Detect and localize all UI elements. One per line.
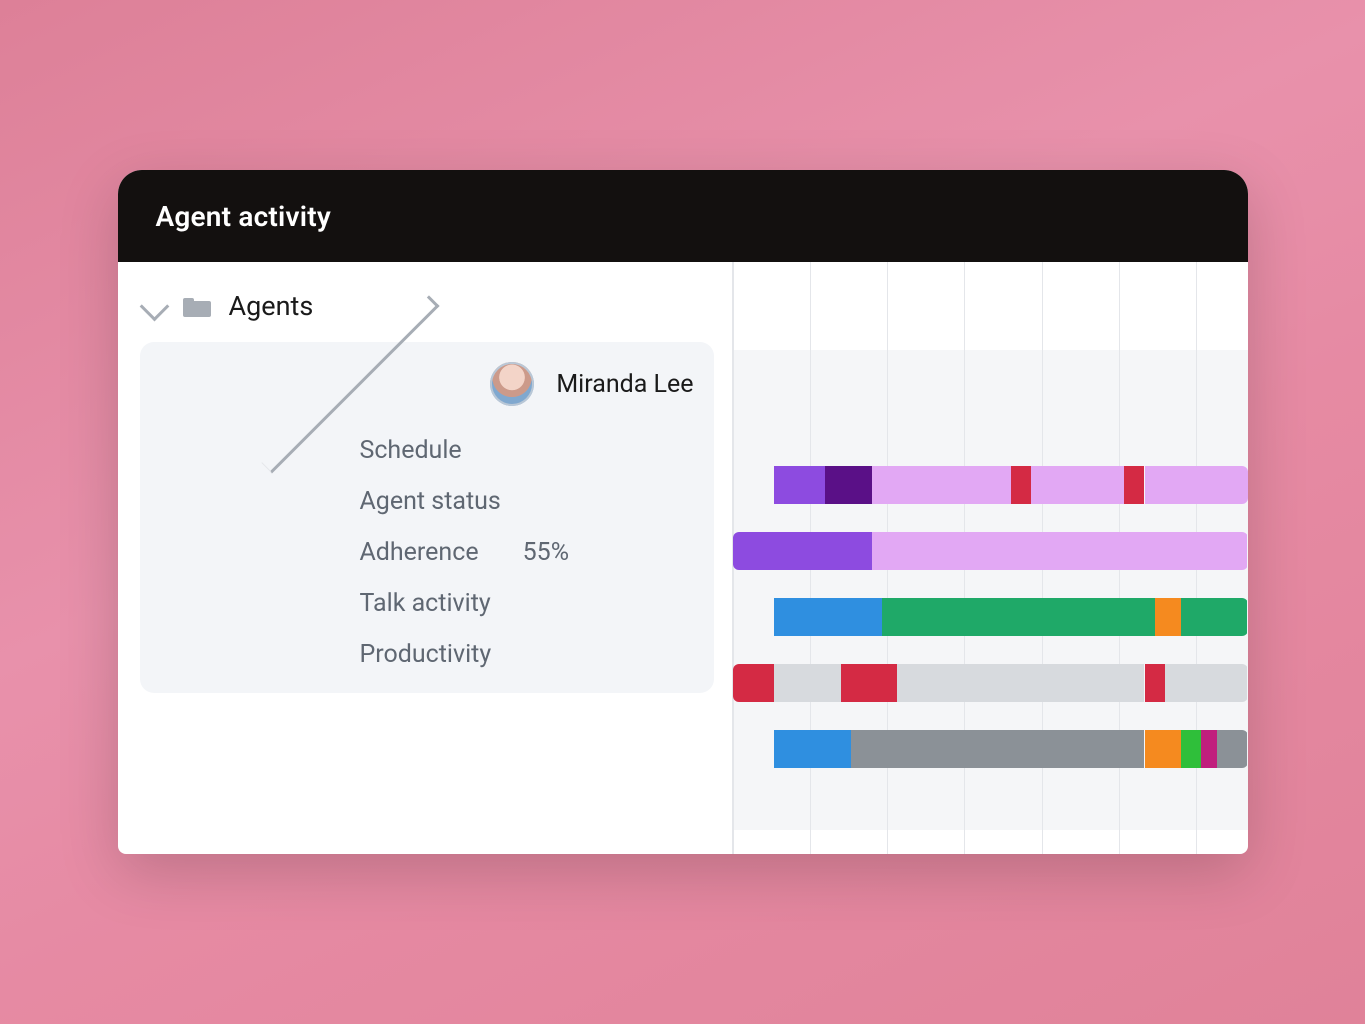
bar-segment — [1011, 466, 1032, 504]
row-talk-activity[interactable]: Talk activity — [360, 589, 694, 618]
metric-rows: Schedule Agent status Adherence 55% Talk… — [160, 418, 694, 669]
bar-segment — [1155, 598, 1181, 636]
folder-icon — [183, 295, 211, 317]
bar-segment — [733, 664, 774, 702]
bar-segment — [1201, 730, 1216, 768]
bar-segment — [872, 466, 1011, 504]
bar-segment — [1145, 466, 1248, 504]
bar-segment — [1145, 664, 1166, 702]
bar-segment — [733, 532, 872, 570]
bar-segment — [774, 466, 826, 504]
bar-segment — [841, 664, 898, 702]
row-productivity[interactable]: Productivity — [360, 640, 694, 669]
bar-segment — [1124, 466, 1145, 504]
card-title: Agent activity — [156, 200, 331, 233]
card-body: Agents Miranda Lee Schedule Agent status — [118, 262, 1248, 854]
timeline-bar[interactable] — [733, 730, 1248, 768]
card-header: Agent activity — [118, 170, 1248, 262]
bar-segment — [825, 466, 871, 504]
bar-segment — [1181, 730, 1202, 768]
agent-name: Miranda Lee — [556, 370, 693, 399]
bar-segment — [872, 532, 1248, 570]
bar-segment — [774, 730, 851, 768]
bar-segment — [1181, 598, 1248, 636]
agent-block: Miranda Lee Schedule Agent status Adhere… — [140, 342, 714, 693]
row-label: Productivity — [360, 640, 492, 669]
timeline-bar[interactable] — [733, 532, 1248, 570]
row-value: 55% — [523, 538, 569, 567]
agent-activity-card: Agent activity Agents Miranda Lee Schedu… — [118, 170, 1248, 854]
chevron-down-icon — [139, 291, 169, 321]
bar-segment — [851, 730, 1145, 768]
row-label: Adherence — [360, 538, 479, 567]
bar-segment — [1165, 664, 1247, 702]
row-adherence[interactable]: Adherence 55% — [360, 538, 694, 567]
bar-segment — [882, 598, 1155, 636]
avatar — [490, 362, 534, 406]
sidebar: Agents Miranda Lee Schedule Agent status — [118, 262, 732, 854]
bar-segment — [774, 664, 841, 702]
bar-segment — [1217, 730, 1248, 768]
row-agent-status[interactable]: Agent status — [360, 487, 694, 516]
row-label: Schedule — [360, 436, 462, 465]
row-label: Talk activity — [360, 589, 491, 618]
agents-group-label: Agents — [229, 290, 314, 322]
bar-segment — [897, 664, 1144, 702]
agent-row[interactable]: Miranda Lee — [160, 360, 694, 418]
timeline-bar[interactable] — [733, 598, 1248, 636]
bar-segment — [1031, 466, 1124, 504]
row-schedule[interactable]: Schedule — [360, 436, 694, 465]
timeline-bar[interactable] — [733, 664, 1248, 702]
timeline-bar[interactable] — [733, 466, 1248, 504]
bar-segment — [774, 598, 882, 636]
row-label: Agent status — [360, 487, 501, 516]
timeline-pane — [732, 262, 1248, 854]
timeline-bars — [733, 466, 1248, 768]
bar-segment — [1145, 730, 1181, 768]
